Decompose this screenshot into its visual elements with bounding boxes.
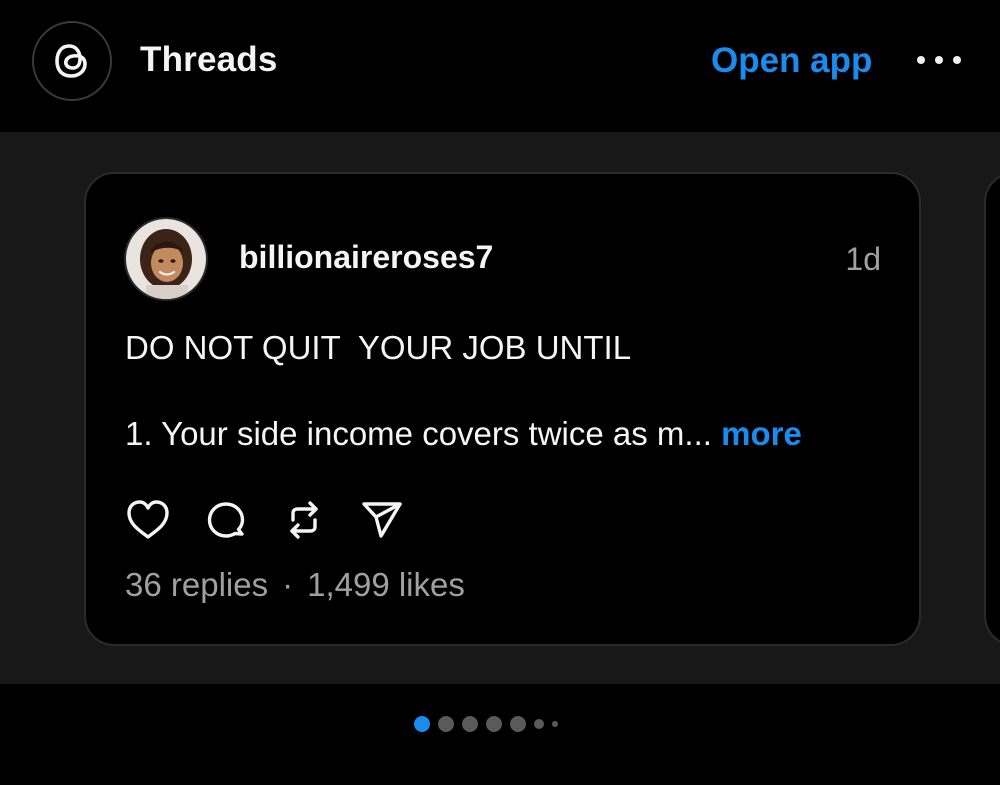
post-text-line-2: 1. Your side income covers twice as m...… (125, 415, 802, 453)
replies-count[interactable]: 36 replies (125, 566, 268, 604)
post-text-truncated: 1. Your side income covers twice as m... (125, 415, 722, 452)
thread-post-card[interactable]: billionaireroses7 1d DO NOT QUIT YOUR JO… (84, 172, 921, 646)
top-bar: Threads Open app (0, 0, 1000, 132)
post-stats: 36 replies · 1,499 likes (125, 566, 465, 604)
post-carousel[interactable]: billionaireroses7 1d DO NOT QUIT YOUR JO… (0, 132, 1000, 684)
heart-icon[interactable] (124, 497, 172, 543)
more-link[interactable]: more (721, 415, 802, 452)
open-app-button[interactable]: Open app (711, 41, 872, 81)
app-title: Threads (140, 40, 278, 79)
pager-dot[interactable] (462, 716, 478, 732)
pager-dot[interactable] (486, 716, 502, 732)
comment-icon[interactable] (202, 497, 250, 543)
pager-dot[interactable] (552, 721, 558, 727)
next-post-card-peek[interactable] (984, 172, 1000, 646)
username[interactable]: billionaireroses7 (239, 239, 493, 276)
pager-dot[interactable] (510, 716, 526, 732)
avatar[interactable] (124, 217, 208, 301)
repost-icon[interactable] (280, 497, 328, 543)
carousel-pager (414, 714, 558, 734)
pager-dot[interactable] (414, 716, 430, 732)
share-icon[interactable] (358, 497, 406, 543)
pager-dot[interactable] (534, 719, 544, 729)
threads-logo-icon[interactable] (32, 21, 112, 101)
pager-dot[interactable] (438, 716, 454, 732)
post-text-line-1: DO NOT QUIT YOUR JOB UNTIL (125, 329, 632, 366)
post-timestamp: 1d (845, 241, 881, 277)
bottom-bar (0, 684, 1000, 785)
more-horizontal-icon[interactable] (917, 49, 961, 71)
stats-separator: · (282, 566, 294, 603)
likes-count[interactable]: 1,499 likes (307, 566, 465, 604)
post-actions (124, 497, 406, 543)
